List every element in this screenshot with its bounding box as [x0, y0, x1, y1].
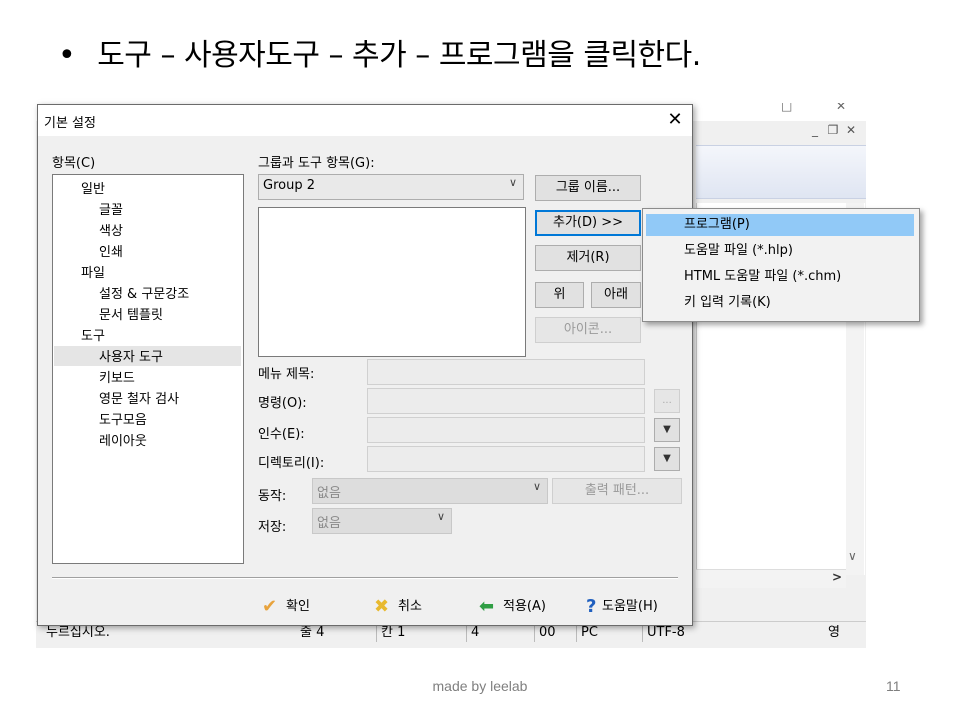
- arrow-left-icon: ⬅: [479, 596, 495, 617]
- directory-input[interactable]: [367, 446, 645, 472]
- menu-item-program[interactable]: 프로그램(P): [646, 214, 914, 236]
- menu-item-hlp[interactable]: 도움말 파일 (*.hlp): [646, 240, 914, 262]
- tree-item-layout[interactable]: 레이아웃: [99, 430, 147, 449]
- action-select[interactable]: 없음 ∨: [312, 478, 548, 504]
- tree-item-file[interactable]: 파일: [81, 262, 105, 281]
- dialog-title: 기본 설정: [44, 116, 96, 131]
- help-button[interactable]: ? 도움말(H): [586, 595, 658, 617]
- window-close-icon[interactable]: ✕: [836, 103, 846, 113]
- cross-icon: ✖: [374, 596, 390, 617]
- menu-title-input[interactable]: [367, 359, 645, 385]
- triangle-down-icon: ▼: [663, 453, 671, 464]
- directory-label: 디렉토리(I):: [258, 456, 325, 471]
- icon-button[interactable]: 아이콘...: [535, 317, 641, 343]
- chevron-down-icon: ∨: [436, 510, 445, 523]
- ok-label: 확인: [286, 599, 310, 614]
- save-select[interactable]: 없음 ∨: [312, 508, 452, 534]
- title-bullet: •: [58, 38, 76, 73]
- cancel-button[interactable]: ✖ 취소: [374, 595, 422, 617]
- apply-button[interactable]: ⬅ 적용(A): [479, 595, 546, 617]
- status-ins: 00: [534, 624, 575, 642]
- apply-label: 적용(A): [503, 599, 546, 614]
- categories-label: 항목(C): [52, 156, 96, 171]
- menu-item-chm[interactable]: HTML 도움말 파일 (*.chm): [646, 266, 914, 288]
- preferences-dialog: 기본 설정 ✕ 항목(C) 일반 글꼴 색상 인쇄 파일 설정 & 구문강조 문…: [37, 104, 693, 626]
- menu-title-label: 메뉴 제목:: [258, 367, 315, 382]
- slide-footer-credit: made by leelab: [432, 678, 528, 694]
- mdi-close-icon[interactable]: ✕: [842, 123, 860, 137]
- tree-item-color[interactable]: 색상: [99, 220, 123, 239]
- dialog-close-icon[interactable]: ✕: [664, 109, 686, 131]
- add-button[interactable]: 추가(D) >>: [535, 210, 641, 236]
- group-select[interactable]: Group 2 ∨: [258, 174, 524, 200]
- checkmark-icon: ✔: [262, 596, 278, 617]
- mdi-restore-icon[interactable]: ❐: [824, 123, 842, 137]
- cancel-label: 취소: [398, 599, 422, 614]
- arguments-menu-button[interactable]: ▼: [654, 418, 680, 442]
- window-minimize-icon[interactable]: □: [781, 103, 792, 113]
- editor-toolbar-band: [696, 145, 866, 199]
- scroll-down-icon[interactable]: ∨: [848, 549, 857, 563]
- status-encoding: UTF-8: [642, 624, 727, 642]
- save-select-value: 없음: [317, 516, 341, 531]
- save-label: 저장:: [258, 520, 287, 535]
- status-mode: PC: [576, 624, 637, 642]
- status-message: 누르십시오.: [46, 625, 110, 640]
- mdi-minimize-icon[interactable]: _: [806, 123, 824, 137]
- rename-group-button[interactable]: 그룹 이름...: [535, 175, 641, 201]
- tree-item-syntax[interactable]: 설정 & 구문강조: [99, 283, 189, 302]
- tree-item-font[interactable]: 글꼴: [99, 199, 123, 218]
- mdi-controls: _ ❐ ✕: [806, 123, 860, 137]
- arguments-label: 인수(E):: [258, 427, 305, 442]
- move-down-button[interactable]: 아래: [591, 282, 641, 308]
- title-text: 도구 – 사용자도구 – 추가 – 프로그램을 클릭한다.: [97, 38, 701, 73]
- arguments-input[interactable]: [367, 417, 645, 443]
- status-col: 칸 1: [376, 624, 461, 642]
- menu-item-keystroke[interactable]: 키 입력 기록(K): [646, 292, 914, 314]
- tree-item-tools[interactable]: 도구: [81, 325, 105, 344]
- command-input[interactable]: [367, 388, 645, 414]
- group-select-value: Group 2: [263, 178, 315, 193]
- editor-horizontal-scrollbar[interactable]: [696, 569, 846, 588]
- triangle-down-icon: ▼: [663, 424, 671, 435]
- help-label: 도움말(H): [602, 599, 658, 614]
- chevron-down-icon: ∨: [508, 176, 517, 189]
- tree-item-spellcheck[interactable]: 영문 철자 검사: [99, 388, 179, 407]
- slide-page-number: 11: [886, 678, 901, 694]
- action-select-value: 없음: [317, 486, 341, 501]
- directory-menu-button[interactable]: ▼: [654, 447, 680, 471]
- group-label: 그룹과 도구 항목(G):: [258, 156, 375, 171]
- browse-button[interactable]: ...: [654, 389, 680, 413]
- question-icon: ?: [586, 596, 597, 617]
- status-line: 줄 4: [300, 625, 325, 640]
- tool-items-list[interactable]: [258, 207, 526, 357]
- tree-item-keyboard[interactable]: 키보드: [99, 367, 135, 386]
- command-label: 명령(O):: [258, 396, 307, 411]
- move-up-button[interactable]: 위: [535, 282, 584, 308]
- tree-item-print[interactable]: 인쇄: [99, 241, 123, 260]
- tree-item-template[interactable]: 문서 템플릿: [99, 304, 163, 323]
- scroll-right-icon[interactable]: >: [832, 570, 842, 584]
- chevron-down-icon: ∨: [532, 480, 541, 493]
- output-pattern-button[interactable]: 출력 패턴...: [552, 478, 682, 504]
- dialog-titlebar: 기본 설정 ✕: [38, 105, 692, 136]
- action-label: 동작:: [258, 489, 287, 504]
- ok-button[interactable]: ✔ 확인: [262, 595, 310, 617]
- tree-item-general[interactable]: 일반: [81, 178, 105, 197]
- tree-item-user-tools[interactable]: 사용자 도구: [99, 346, 163, 365]
- footer-separator: [52, 577, 678, 579]
- remove-button[interactable]: 제거(R): [535, 245, 641, 271]
- slide-title: • 도구 – 사용자도구 – 추가 – 프로그램을 클릭한다.: [58, 30, 701, 74]
- add-popup-menu: 프로그램(P) 도움말 파일 (*.hlp) HTML 도움말 파일 (*.ch…: [642, 208, 920, 322]
- category-tree[interactable]: 일반 글꼴 색상 인쇄 파일 설정 & 구문강조 문서 템플릿 도구 사용자 도…: [52, 174, 244, 564]
- status-lang: 영: [828, 625, 840, 640]
- status-num: 4: [466, 624, 529, 642]
- tree-item-toolbars[interactable]: 도구모음: [99, 409, 147, 428]
